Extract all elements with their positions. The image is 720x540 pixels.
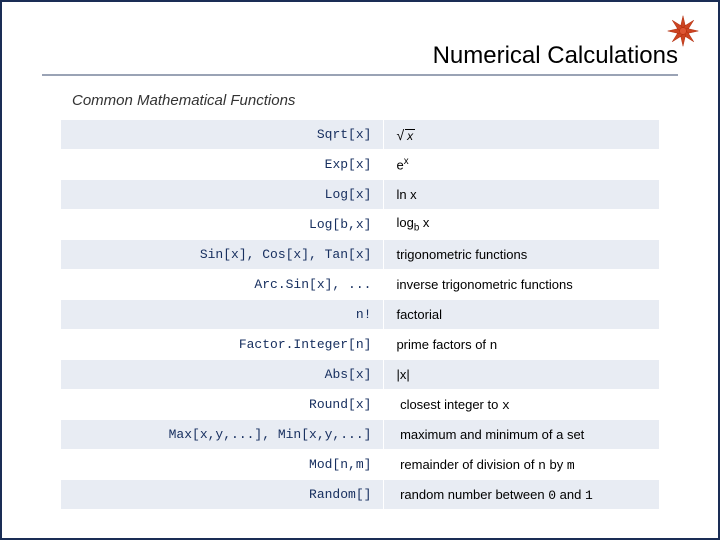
function-description: factorial bbox=[384, 300, 660, 330]
table-row: Factor.Integer[n]prime factors of n bbox=[61, 330, 660, 360]
section-subtitle: Common Mathematical Functions bbox=[72, 92, 678, 109]
page-title: Numerical Calculations bbox=[42, 42, 678, 70]
function-syntax: Max[x,y,...], Min[x,y,...] bbox=[61, 420, 384, 450]
function-syntax: Random[] bbox=[61, 480, 384, 510]
function-syntax: Factor.Integer[n] bbox=[61, 330, 384, 360]
function-description: √x bbox=[384, 120, 660, 150]
function-description: inverse trigonometric functions bbox=[384, 270, 660, 300]
functions-table: Sqrt[x]√xExp[x]exLog[x]ln xLog[b,x]logb … bbox=[60, 119, 660, 510]
table-row: Mod[n,m] remainder of division of n by m bbox=[61, 450, 660, 480]
table-row: Max[x,y,...], Min[x,y,...] maximum and m… bbox=[61, 420, 660, 450]
function-description: logb x bbox=[384, 210, 660, 240]
function-syntax: Exp[x] bbox=[61, 150, 384, 180]
table-row: Sqrt[x]√x bbox=[61, 120, 660, 150]
function-description: random number between 0 and 1 bbox=[384, 480, 660, 510]
function-syntax: Arc.Sin[x], ... bbox=[61, 270, 384, 300]
table-row: Arc.Sin[x], ...inverse trigonometric fun… bbox=[61, 270, 660, 300]
table-row: Exp[x]ex bbox=[61, 150, 660, 180]
function-description: ex bbox=[384, 150, 660, 180]
function-syntax: Mod[n,m] bbox=[61, 450, 384, 480]
function-description: maximum and minimum of a set bbox=[384, 420, 660, 450]
function-syntax: Sqrt[x] bbox=[61, 120, 384, 150]
function-description: prime factors of n bbox=[384, 330, 660, 360]
table-row: Round[x] closest integer to x bbox=[61, 390, 660, 420]
table-row: Random[] random number between 0 and 1 bbox=[61, 480, 660, 510]
function-description: ln x bbox=[384, 180, 660, 210]
table-row: Abs[x]|x| bbox=[61, 360, 660, 390]
function-syntax: Log[x] bbox=[61, 180, 384, 210]
function-description: |x| bbox=[384, 360, 660, 390]
table-row: Sin[x], Cos[x], Tan[x]trigonometric func… bbox=[61, 240, 660, 270]
function-syntax: Sin[x], Cos[x], Tan[x] bbox=[61, 240, 384, 270]
title-bar: Numerical Calculations bbox=[42, 42, 678, 76]
function-description: closest integer to x bbox=[384, 390, 660, 420]
table-row: Log[b,x]logb x bbox=[61, 210, 660, 240]
function-description: remainder of division of n by m bbox=[384, 450, 660, 480]
function-syntax: Round[x] bbox=[61, 390, 384, 420]
function-syntax: n! bbox=[61, 300, 384, 330]
function-syntax: Abs[x] bbox=[61, 360, 384, 390]
table-row: Log[x]ln x bbox=[61, 180, 660, 210]
function-description: trigonometric functions bbox=[384, 240, 660, 270]
table-row: n!factorial bbox=[61, 300, 660, 330]
mathematica-spikey-icon bbox=[666, 14, 700, 48]
function-syntax: Log[b,x] bbox=[61, 210, 384, 240]
